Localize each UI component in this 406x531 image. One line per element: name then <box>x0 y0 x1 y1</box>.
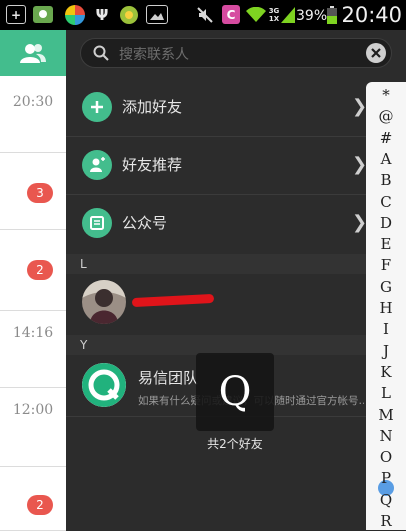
conversation-time: 14:16 <box>12 325 54 341</box>
index-letter-hash[interactable]: # <box>366 129 406 147</box>
battery-percent: 39% <box>296 8 328 24</box>
chevron-right-icon: ❯ <box>352 96 368 117</box>
index-letter-star[interactable]: * <box>366 86 406 104</box>
index-letter-g[interactable]: G <box>366 278 406 296</box>
official-account-label: 公众号 <box>122 214 168 232</box>
recommend-friend-label: 好友推荐 <box>122 156 183 174</box>
chevron-right-icon: ❯ <box>352 154 368 175</box>
index-letter-h[interactable]: H <box>366 299 406 317</box>
index-letter-k[interactable]: K <box>366 363 406 381</box>
index-letter-d[interactable]: D <box>366 214 406 232</box>
index-letter-r[interactable]: R <box>366 512 406 530</box>
recommend-friend-row[interactable]: 好友推荐 ❯ <box>66 136 368 194</box>
index-letter-f[interactable]: F <box>366 256 406 274</box>
index-letter-n[interactable]: N <box>366 427 406 445</box>
index-letter-overlay: Q <box>196 353 274 431</box>
alphabet-index[interactable]: * @ # A B C D E F G H I J K L M N O P Q R <box>366 82 406 530</box>
redaction-mark <box>131 293 215 308</box>
pinwheel-icon <box>64 4 86 25</box>
close-icon <box>371 48 381 58</box>
usb-icon: Ψ <box>95 5 109 24</box>
battery-icon <box>326 5 338 24</box>
conversation-item[interactable]: 12:00 <box>0 388 66 467</box>
index-letter-e[interactable]: E <box>366 235 406 253</box>
coin-icon <box>118 5 140 24</box>
index-letter-c[interactable]: C <box>366 193 406 211</box>
conversation-item[interactable]: 20:30 <box>0 76 66 153</box>
official-account-row[interactable]: 公众号 ❯ <box>66 194 368 252</box>
unread-badge: 2 <box>27 260 53 280</box>
official-account-icon <box>82 208 112 238</box>
index-letter-b[interactable]: B <box>366 171 406 189</box>
add-friend-row[interactable]: 添加好友 ❯ <box>66 78 368 136</box>
status-bar: + Ψ C 3G 1X 39% 20:40 <box>0 0 406 30</box>
index-letter-q[interactable]: Q <box>366 491 406 509</box>
friend-count: 共2个好友 <box>207 437 263 451</box>
wifi-icon <box>246 5 266 24</box>
clock: 20:40 <box>341 3 402 27</box>
signal-icon <box>281 5 295 24</box>
conversation-list: 20:30 3 2 14:16 12:00 2 <box>0 30 66 531</box>
index-letter-i[interactable]: I <box>366 320 406 338</box>
c-app-icon: C <box>222 5 240 24</box>
add-friend-icon <box>82 92 112 122</box>
index-letter-j[interactable]: J <box>366 342 406 360</box>
index-letter-p[interactable]: P <box>366 469 406 487</box>
index-letter-l[interactable]: L <box>366 384 406 402</box>
clear-search-button[interactable] <box>366 43 386 63</box>
index-letter-m[interactable]: M <box>366 406 406 424</box>
conversation-item[interactable]: 14:16 <box>0 311 66 388</box>
recommend-friend-icon <box>82 150 112 180</box>
index-letter-o[interactable]: O <box>366 448 406 466</box>
add-friend-label: 添加好友 <box>122 98 183 116</box>
index-letter-a[interactable]: A <box>366 150 406 168</box>
add-icon: + <box>6 5 26 24</box>
section-header-y: Y <box>66 335 366 355</box>
network-type-label: 3G 1X <box>268 6 280 23</box>
conversation-time: 12:00 <box>12 402 54 418</box>
search-icon <box>93 45 109 61</box>
search-placeholder: 搜索联系人 <box>119 47 189 63</box>
contacts-app-icon <box>32 5 54 24</box>
chevron-right-icon: ❯ <box>352 212 368 233</box>
index-letter-at[interactable]: @ <box>366 107 406 125</box>
contacts-drawer: 搜索联系人 添加好友 ❯ 好友推荐 ❯ 公众号 ❯ L Y 易信团队 Q 共2个… <box>66 30 406 530</box>
conversation-item[interactable]: 3 <box>0 153 66 230</box>
contacts-tab-button[interactable] <box>0 30 66 76</box>
gallery-icon <box>146 5 168 24</box>
mute-icon <box>196 5 214 24</box>
unread-badge: 2 <box>27 495 53 515</box>
conversation-item[interactable]: 2 <box>0 230 66 311</box>
contact-name: 易信团队 <box>138 369 199 387</box>
contacts-icon <box>20 44 46 63</box>
avatar <box>82 280 126 324</box>
unread-badge: 3 <box>27 183 53 203</box>
avatar <box>82 363 126 407</box>
search-input[interactable]: 搜索联系人 <box>80 38 392 68</box>
conversation-time: 20:30 <box>12 94 54 110</box>
conversation-item[interactable]: 2 <box>0 467 66 531</box>
section-header-l: L <box>66 254 366 274</box>
contact-row[interactable] <box>66 274 366 330</box>
